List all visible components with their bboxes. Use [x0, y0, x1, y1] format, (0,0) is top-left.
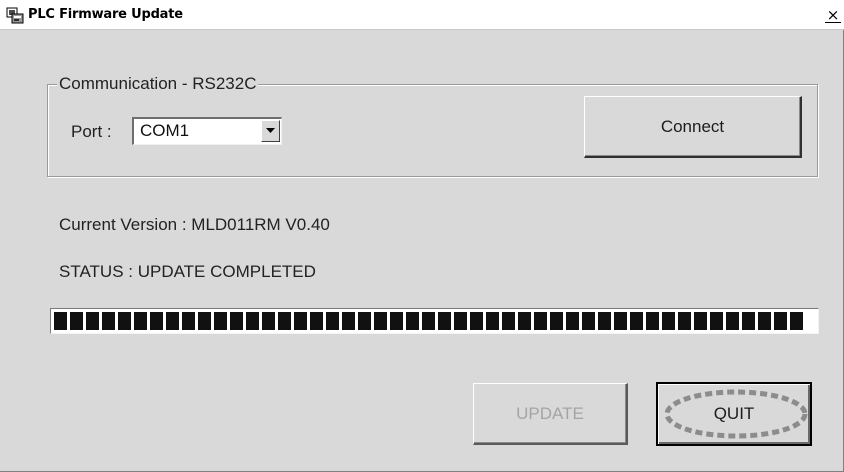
- progress-segment: [534, 312, 547, 330]
- progress-segment: [70, 312, 83, 330]
- progress-segment: [342, 312, 355, 330]
- plc-app-icon: [6, 7, 24, 24]
- progress-segment: [230, 312, 243, 330]
- progress-segment: [550, 312, 563, 330]
- progress-segment: [390, 312, 403, 330]
- progress-segment: [614, 312, 627, 330]
- firmware-update-window: PLC Firmware Update × Communication - RS…: [0, 0, 844, 472]
- close-button[interactable]: ×: [825, 7, 841, 23]
- progress-segment: [438, 312, 451, 330]
- progress-segment: [134, 312, 147, 330]
- progress-segment: [54, 312, 67, 330]
- progress-segment: [326, 312, 339, 330]
- progress-segment: [774, 312, 787, 330]
- progress-segment: [102, 312, 115, 330]
- port-selected-value: COM1: [140, 121, 190, 140]
- dropdown-arrow-button[interactable]: [261, 120, 280, 142]
- progress-segment: [726, 312, 739, 330]
- progress-segment: [374, 312, 387, 330]
- quit-button[interactable]: QUIT: [656, 382, 812, 446]
- progress-segment: [678, 312, 691, 330]
- status-text: STATUS : UPDATE COMPLETED: [59, 262, 316, 281]
- progress-segment: [710, 312, 723, 330]
- update-button: UPDATE: [473, 383, 628, 445]
- progress-segment: [214, 312, 227, 330]
- progress-segment: [742, 312, 755, 330]
- progress-segment: [486, 312, 499, 330]
- progress-segment: [278, 312, 291, 330]
- progress-segment: [262, 312, 275, 330]
- progress-segment: [166, 312, 179, 330]
- progress-segment: [422, 312, 435, 330]
- progress-segment: [582, 312, 595, 330]
- connect-button[interactable]: Connect: [584, 96, 802, 158]
- progress-segment: [86, 312, 99, 330]
- title-bar[interactable]: PLC Firmware Update ×: [0, 0, 844, 30]
- progress-segment: [598, 312, 611, 330]
- progress-segment: [358, 312, 371, 330]
- progress-segment: [294, 312, 307, 330]
- window-title: PLC Firmware Update: [28, 7, 183, 22]
- progress-segment: [566, 312, 579, 330]
- progress-segment: [406, 312, 419, 330]
- progress-segment: [502, 312, 515, 330]
- progress-segment: [118, 312, 131, 330]
- progress-segment: [646, 312, 659, 330]
- progress-segment: [470, 312, 483, 330]
- communication-group-title: Communication - RS232C: [57, 74, 259, 94]
- progress-segment: [198, 312, 211, 330]
- current-version-text: Current Version : MLD011RM V0.40: [59, 215, 330, 234]
- progress-segment: [662, 312, 675, 330]
- progress-segment: [150, 312, 163, 330]
- progress-segment: [246, 312, 259, 330]
- port-dropdown[interactable]: COM1: [132, 117, 282, 145]
- progress-segment: [518, 312, 531, 330]
- port-label: Port :: [71, 122, 112, 141]
- progress-segment: [694, 312, 707, 330]
- chevron-down-icon: [266, 128, 275, 133]
- highlight-ellipse: [664, 389, 808, 439]
- progress-segment: [182, 312, 195, 330]
- progress-segment: [310, 312, 323, 330]
- progress-bar: [50, 308, 819, 334]
- progress-segment: [790, 312, 803, 330]
- close-icon: ×: [826, 6, 840, 24]
- progress-segment: [454, 312, 467, 330]
- progress-segment: [758, 312, 771, 330]
- progress-segment: [630, 312, 643, 330]
